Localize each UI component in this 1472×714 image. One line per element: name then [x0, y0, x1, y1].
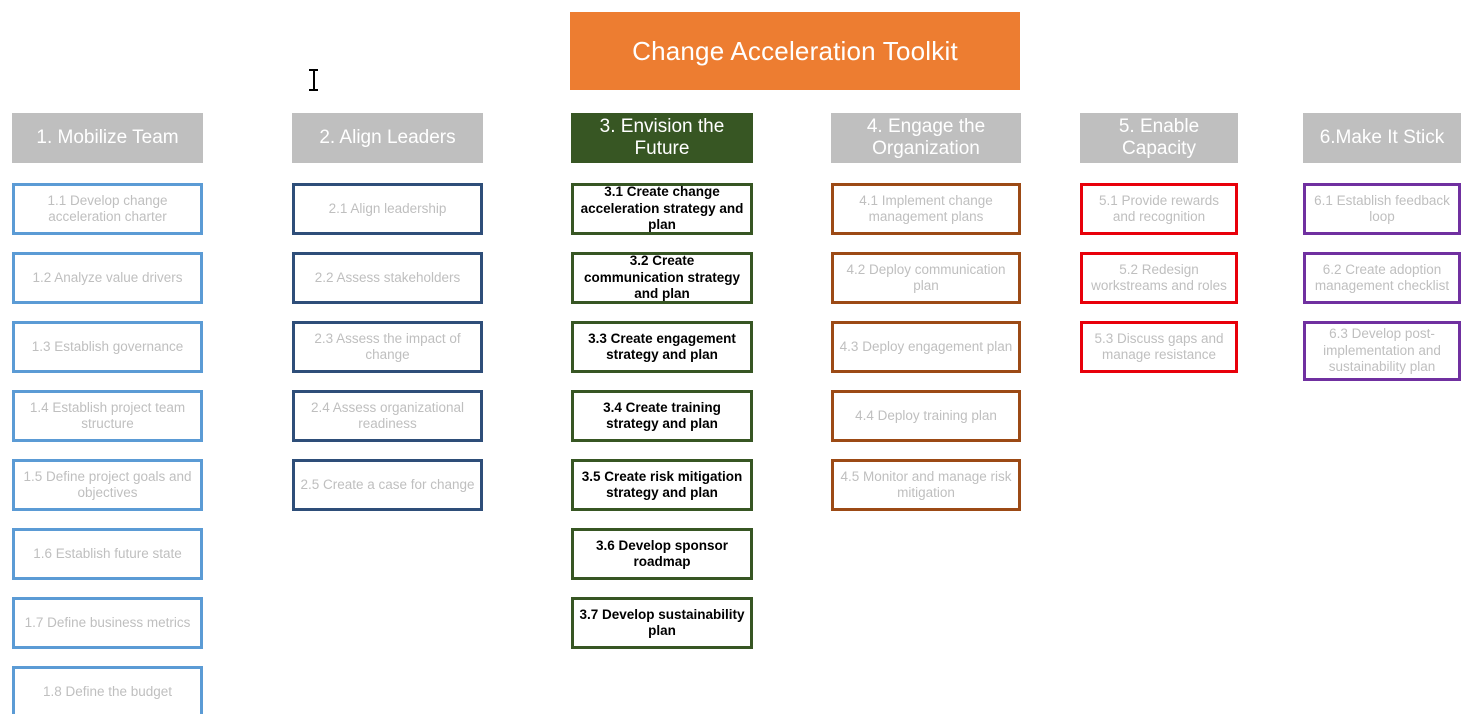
- task-label: 2.5 Create a case for change: [300, 476, 475, 492]
- task-box[interactable]: 1.3 Establish governance: [12, 321, 203, 373]
- task-box[interactable]: 1.6 Establish future state: [12, 528, 203, 580]
- column-align-leaders: 2. Align Leaders 2.1 Align leadership 2.…: [292, 113, 483, 528]
- task-box[interactable]: 4.2 Deploy communication plan: [831, 252, 1021, 304]
- task-box[interactable]: 5.2 Redesign workstreams and roles: [1080, 252, 1238, 304]
- column-header-label-5: 5. Enable Capacity: [1118, 116, 1200, 159]
- task-label: 2.1 Align leadership: [328, 200, 447, 216]
- task-label: 3.5 Create risk mitigation strategy and …: [581, 468, 743, 500]
- task-box[interactable]: 3.2 Create communication strategy and pl…: [571, 252, 753, 304]
- column-header-label-4: 4. Engage the Organization: [866, 116, 986, 159]
- task-box[interactable]: 2.3 Assess the impact of change: [292, 321, 483, 373]
- column-mobilize-team: 1. Mobilize Team 1.1 Develop change acce…: [12, 113, 203, 714]
- task-label: 4.2 Deploy communication plan: [846, 261, 1006, 293]
- task-box[interactable]: 1.2 Analyze value drivers: [12, 252, 203, 304]
- task-label: 1.6 Establish future state: [33, 545, 182, 561]
- task-label: 5.2 Redesign workstreams and roles: [1091, 261, 1227, 293]
- task-label: 3.6 Develop sponsor roadmap: [595, 537, 729, 569]
- task-label: 1.7 Define business metrics: [24, 614, 191, 630]
- task-box[interactable]: 3.6 Develop sponsor roadmap: [571, 528, 753, 580]
- task-label: 4.5 Monitor and manage risk mitigation: [840, 468, 1012, 500]
- task-box[interactable]: 4.5 Monitor and manage risk mitigation: [831, 459, 1021, 511]
- task-label: 3.4 Create training strategy and plan: [603, 399, 721, 431]
- task-label: 1.3 Establish governance: [31, 338, 184, 354]
- column-header-6[interactable]: 6.Make It Stick: [1303, 113, 1461, 163]
- task-label: 6.1 Establish feedback loop: [1314, 192, 1450, 224]
- column-header-5[interactable]: 5. Enable Capacity: [1080, 113, 1238, 163]
- task-box[interactable]: 2.4 Assess organizational readiness: [292, 390, 483, 442]
- page-title: Change Acceleration Toolkit: [632, 35, 958, 66]
- task-box[interactable]: 5.1 Provide rewards and recognition: [1080, 183, 1238, 235]
- column-task-list-3: 3.1 Create change acceleration strategy …: [571, 183, 753, 666]
- task-label: 2.4 Assess organizational readiness: [310, 399, 465, 431]
- task-label: 1.5 Define project goals and objectives: [23, 468, 192, 500]
- task-box[interactable]: 1.4 Establish project team structure: [12, 390, 203, 442]
- column-header-label-3: 3. Envision the Future: [599, 116, 725, 159]
- column-task-list-5: 5.1 Provide rewards and recognition 5.2 …: [1080, 183, 1238, 390]
- column-header-label-6: 6.Make It Stick: [1319, 127, 1445, 149]
- task-box[interactable]: 1.5 Define project goals and objectives: [12, 459, 203, 511]
- task-label: 6.3 Develop post-implementation and sust…: [1323, 326, 1441, 375]
- task-box[interactable]: 3.3 Create engagement strategy and plan: [571, 321, 753, 373]
- task-label: 3.1 Create change acceleration strategy …: [580, 184, 744, 233]
- task-box[interactable]: 2.2 Assess stakeholders: [292, 252, 483, 304]
- column-header-4[interactable]: 4. Engage the Organization: [831, 113, 1021, 163]
- task-label: 3.7 Develop sustainability plan: [579, 606, 745, 638]
- task-box[interactable]: 1.8 Define the budget: [12, 666, 203, 714]
- task-label: 4.1 Implement change management plans: [859, 192, 993, 224]
- task-label: 1.8 Define the budget: [42, 683, 173, 699]
- task-box[interactable]: 1.1 Develop change acceleration charter: [12, 183, 203, 235]
- column-envision-the-future: 3. Envision the Future 3.1 Create change…: [571, 113, 753, 666]
- task-box[interactable]: 5.3 Discuss gaps and manage resistance: [1080, 321, 1238, 373]
- task-box[interactable]: 3.1 Create change acceleration strategy …: [571, 183, 753, 235]
- cursor-cap-bottom: [309, 89, 318, 91]
- task-label: 4.4 Deploy training plan: [855, 407, 997, 423]
- column-make-it-stick: 6.Make It Stick 6.1 Establish feedback l…: [1303, 113, 1461, 398]
- column-header-label-2: 2. Align Leaders: [319, 127, 456, 149]
- text-ibeam-cursor-icon: [309, 69, 318, 91]
- column-header-3[interactable]: 3. Envision the Future: [571, 113, 753, 163]
- column-header-2[interactable]: 2. Align Leaders: [292, 113, 483, 163]
- task-box[interactable]: 6.1 Establish feedback loop: [1303, 183, 1461, 235]
- task-box[interactable]: 3.5 Create risk mitigation strategy and …: [571, 459, 753, 511]
- task-label: 5.1 Provide rewards and recognition: [1098, 192, 1220, 224]
- column-header-label-1: 1. Mobilize Team: [36, 127, 179, 149]
- column-task-list-4: 4.1 Implement change management plans 4.…: [831, 183, 1021, 528]
- task-label: 1.1 Develop change acceleration charter: [47, 192, 168, 224]
- task-box[interactable]: 3.4 Create training strategy and plan: [571, 390, 753, 442]
- task-label: 3.3 Create engagement strategy and plan: [588, 330, 736, 362]
- task-label: 2.3 Assess the impact of change: [314, 330, 461, 362]
- task-box[interactable]: 2.1 Align leadership: [292, 183, 483, 235]
- task-box[interactable]: 3.7 Develop sustainability plan: [571, 597, 753, 649]
- task-label: 2.2 Assess stakeholders: [314, 269, 461, 285]
- column-task-list-2: 2.1 Align leadership 2.2 Assess stakehol…: [292, 183, 483, 528]
- task-label: 6.2 Create adoption management checklist: [1314, 261, 1450, 293]
- task-box[interactable]: 4.4 Deploy training plan: [831, 390, 1021, 442]
- task-label: 1.2 Analyze value drivers: [32, 269, 183, 285]
- column-task-list-1: 1.1 Develop change acceleration charter …: [12, 183, 203, 714]
- task-label: 1.4 Establish project team structure: [29, 399, 186, 431]
- task-box[interactable]: 2.5 Create a case for change: [292, 459, 483, 511]
- task-box[interactable]: 4.3 Deploy engagement plan: [831, 321, 1021, 373]
- column-header-1[interactable]: 1. Mobilize Team: [12, 113, 203, 163]
- task-box[interactable]: 6.3 Develop post-implementation and sust…: [1303, 321, 1461, 381]
- column-engage-the-organization: 4. Engage the Organization 4.1 Implement…: [831, 113, 1021, 528]
- column-task-list-6: 6.1 Establish feedback loop 6.2 Create a…: [1303, 183, 1461, 398]
- task-label: 5.3 Discuss gaps and manage resistance: [1094, 330, 1224, 362]
- task-label: 4.3 Deploy engagement plan: [839, 338, 1013, 354]
- column-enable-capacity: 5. Enable Capacity 5.1 Provide rewards a…: [1080, 113, 1238, 390]
- task-label: 3.2 Create communication strategy and pl…: [583, 253, 741, 302]
- toolkit-diagram-canvas: Change Acceleration Toolkit 1. Mobilize …: [0, 0, 1472, 714]
- diagram-title-banner: Change Acceleration Toolkit: [570, 12, 1020, 90]
- task-box[interactable]: 1.7 Define business metrics: [12, 597, 203, 649]
- task-box[interactable]: 6.2 Create adoption management checklist: [1303, 252, 1461, 304]
- cursor-stem: [313, 71, 315, 89]
- task-box[interactable]: 4.1 Implement change management plans: [831, 183, 1021, 235]
